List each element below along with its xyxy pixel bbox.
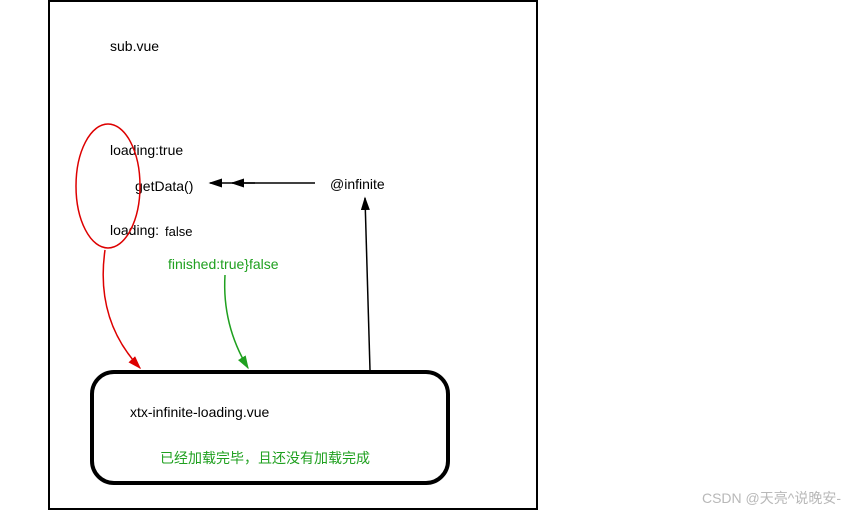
loading-true-label: loading:true <box>110 142 183 158</box>
finished-label: finished:true}false <box>168 256 279 272</box>
parent-file-label: sub.vue <box>110 38 159 54</box>
infinite-event-label: @infinite <box>330 176 385 192</box>
loading-false-key: loading: <box>110 222 159 238</box>
watermark: CSDN @天亮^说晚安- <box>702 488 841 508</box>
loading-false-val: false <box>165 224 192 239</box>
child-file-label: xtx-infinite-loading.vue <box>130 404 269 420</box>
status-text-label: 已经加载完毕，且还没有加载完成 <box>160 448 370 468</box>
getdata-label: getData() <box>135 178 193 194</box>
